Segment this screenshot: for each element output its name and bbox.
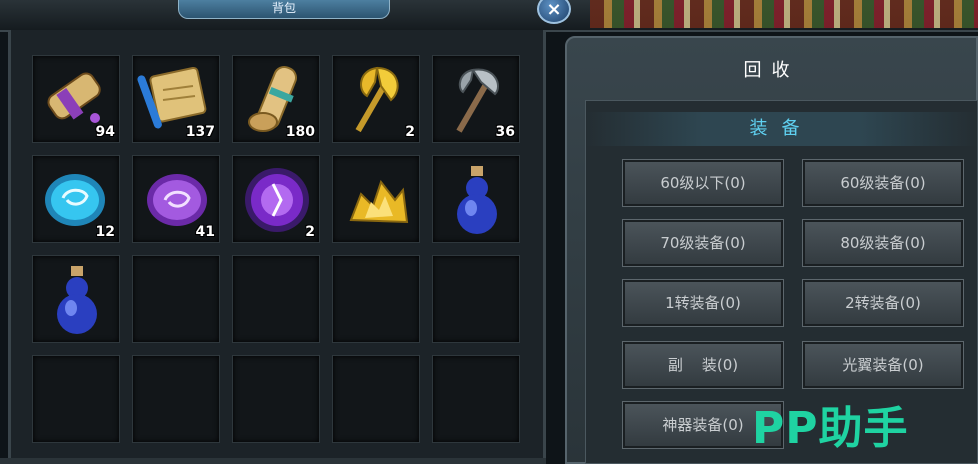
inventory-slot[interactable]: 41 bbox=[132, 155, 220, 243]
inventory-slot[interactable]: 94 bbox=[32, 55, 120, 143]
item-quantity: 94 bbox=[95, 124, 115, 140]
inventory-slot[interactable]: 137 bbox=[132, 55, 220, 143]
recycle-offhand-button[interactable]: 副 装(0) bbox=[622, 341, 784, 389]
empty-inventory-slot[interactable] bbox=[32, 355, 120, 443]
item-quantity: 36 bbox=[495, 124, 515, 140]
empty-inventory-slot[interactable] bbox=[432, 255, 520, 343]
inventory-slot[interactable]: 2 bbox=[332, 55, 420, 143]
item-quantity: 137 bbox=[185, 124, 215, 140]
item-quantity: 41 bbox=[195, 224, 215, 240]
recycle-level-70-button[interactable]: 70级装备(0) bbox=[622, 219, 784, 267]
equipment-section-title: 装备 bbox=[585, 112, 978, 146]
recycle-wing-button[interactable]: 光翼装备(0) bbox=[802, 341, 964, 389]
recycle-rebirth-2-button[interactable]: 2转装备(0) bbox=[802, 279, 964, 327]
empty-inventory-slot[interactable] bbox=[232, 355, 320, 443]
empty-inventory-slot[interactable] bbox=[132, 255, 220, 343]
recycle-level-60-button[interactable]: 60级装备(0) bbox=[802, 159, 964, 207]
scene-art-strip bbox=[590, 0, 978, 28]
bottom-frame bbox=[0, 458, 546, 464]
inventory-slot[interactable]: 12 bbox=[32, 155, 120, 243]
inventory-slot[interactable] bbox=[332, 155, 420, 243]
inventory-slot[interactable]: 36 bbox=[432, 55, 520, 143]
inventory-slot[interactable] bbox=[432, 155, 520, 243]
item-quantity: 2 bbox=[405, 124, 415, 140]
recycle-below-60-button[interactable]: 60级以下(0) bbox=[622, 159, 784, 207]
empty-inventory-slot[interactable] bbox=[332, 355, 420, 443]
recycle-level-80-button[interactable]: 80级装备(0) bbox=[802, 219, 964, 267]
inventory-slot[interactable]: 180 bbox=[232, 55, 320, 143]
empty-inventory-slot[interactable] bbox=[232, 255, 320, 343]
item-quantity: 180 bbox=[285, 124, 315, 140]
recycle-rebirth-1-button[interactable]: 1转装备(0) bbox=[622, 279, 784, 327]
item-quantity: 12 bbox=[95, 224, 115, 240]
inventory-slot[interactable]: 2 bbox=[232, 155, 320, 243]
recycle-title: 回收 bbox=[743, 60, 800, 81]
empty-inventory-slot[interactable] bbox=[332, 255, 420, 343]
window-title: 背包 bbox=[178, 0, 390, 19]
empty-inventory-slot[interactable] bbox=[432, 355, 520, 443]
item-quantity: 2 bbox=[305, 224, 315, 240]
inventory-slot[interactable] bbox=[32, 255, 120, 343]
empty-inventory-slot[interactable] bbox=[132, 355, 220, 443]
watermark-logo: PP助手 bbox=[752, 403, 909, 454]
